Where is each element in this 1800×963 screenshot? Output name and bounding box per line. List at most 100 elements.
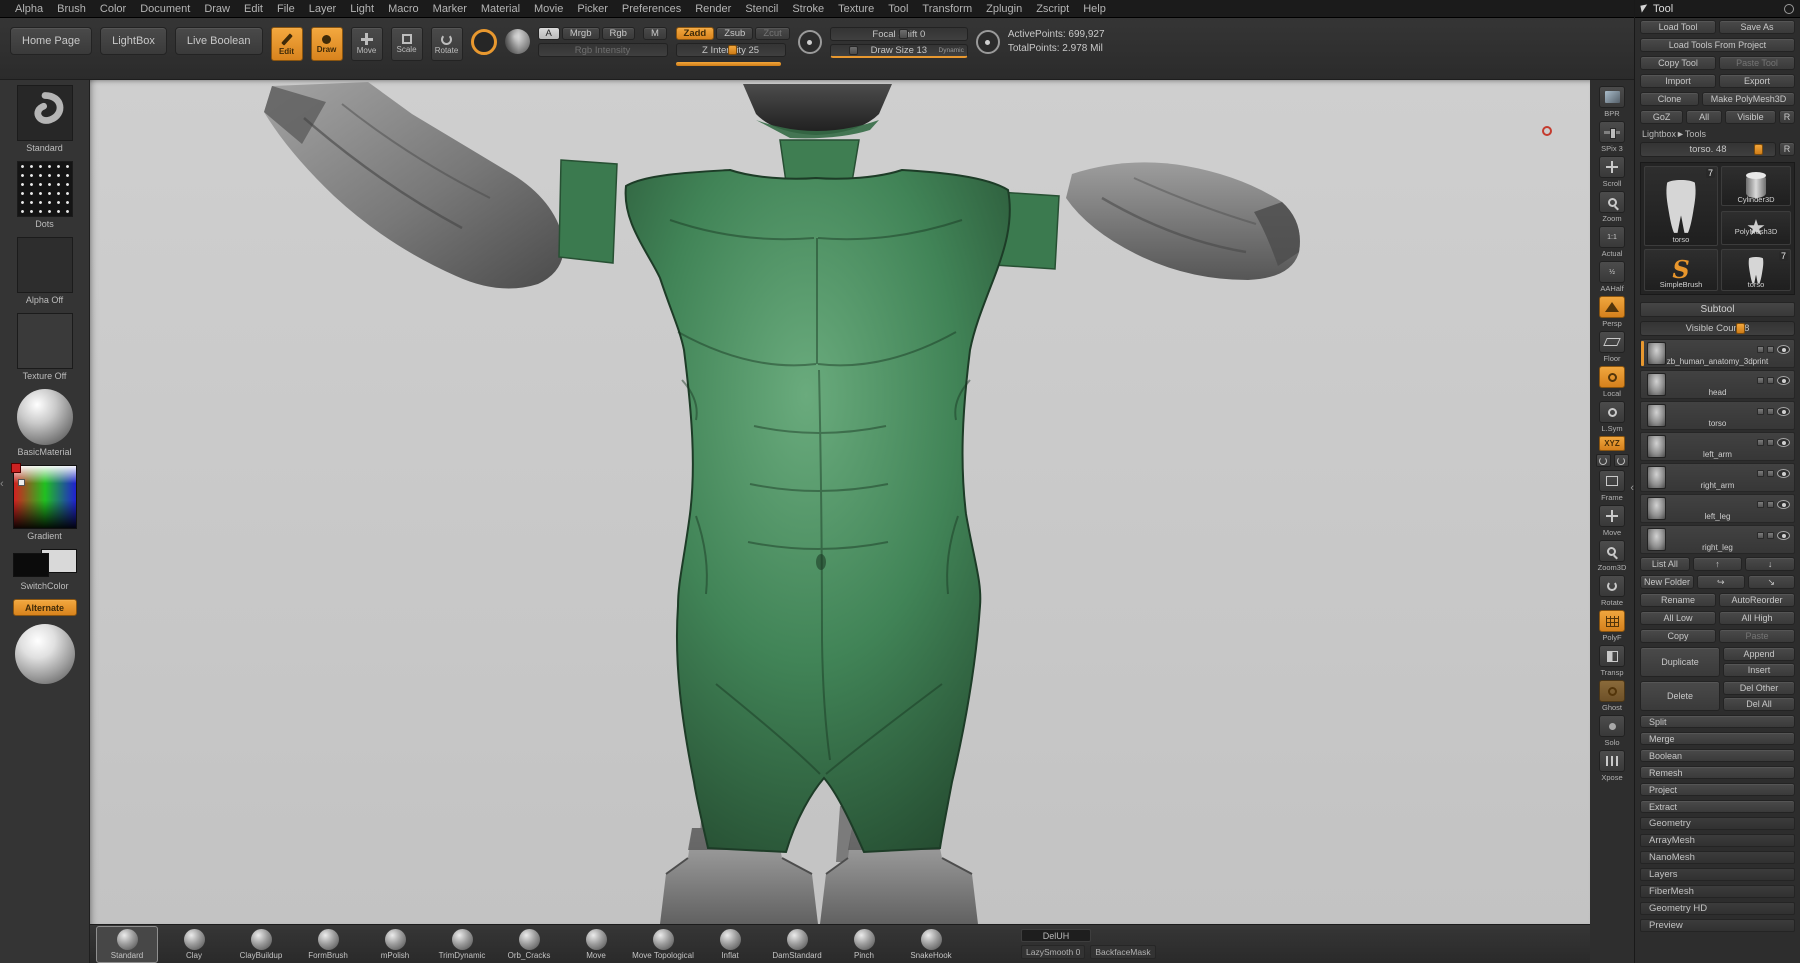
subtool-row-left-leg[interactable]: left_leg [1640,494,1795,523]
z-intensity-slider[interactable]: Z Intensity 25 [675,43,786,57]
active-tool-slider[interactable]: torso. 48 [1640,142,1776,157]
visible-count-slider[interactable]: Visible Count 8 [1640,321,1795,336]
move3d-button[interactable]: Move [1599,505,1625,537]
import-button[interactable]: Import [1640,74,1716,88]
menu-file[interactable]: File [270,3,302,15]
load-tools-from-project-button[interactable]: Load Tools From Project [1640,38,1795,52]
goz-visible-button[interactable]: Visible [1724,110,1776,124]
aahalf-button[interactable]: ½ AAHalf [1599,261,1625,293]
delete-button[interactable]: Delete [1640,681,1720,711]
scroll-button[interactable]: Scroll [1599,156,1625,188]
polymesh3d-thumbnail[interactable]: ★ PolyMesh3D [1721,210,1791,245]
visibility-eye-icon[interactable] [1777,469,1790,478]
color-picker[interactable]: Gradient [10,463,78,541]
bpr-button[interactable]: BPR [1599,86,1625,118]
menu-document[interactable]: Document [133,3,197,15]
zoom3d-button[interactable]: Zoom3D [1598,540,1626,572]
actual-button[interactable]: 1:1 Actual [1599,226,1625,258]
goz-all-button[interactable]: All [1686,110,1722,124]
draw-mode-button[interactable]: Draw [310,27,343,61]
goz-button[interactable]: GoZ [1640,110,1684,124]
tray-brush-standard[interactable]: Standard [96,925,158,963]
subtool-pen-icon[interactable] [1757,408,1764,415]
viewport-canvas[interactable] [90,80,1590,924]
m-button[interactable]: M [642,27,667,40]
menu-color[interactable]: Color [93,3,133,15]
current-material-selector[interactable]: BasicMaterial [12,389,78,457]
rgb-intensity-slider[interactable]: Rgb Intensity [537,43,668,57]
tray-brush-formbrush[interactable]: FormBrush [297,926,359,963]
subtool-pen-icon[interactable] [1757,377,1764,384]
clone-button[interactable]: Clone [1640,92,1699,106]
menu-texture[interactable]: Texture [831,3,881,15]
focal-dial-icon[interactable] [797,30,822,54]
project-button[interactable]: Project [1640,783,1795,796]
ghost-button[interactable]: Ghost [1599,680,1625,712]
current-tool-thumbnail[interactable]: 7 torso [1644,166,1718,246]
visibility-eye-icon[interactable] [1777,438,1790,447]
folder-down-icon[interactable]: ↘ [1747,575,1796,589]
radial-sym-icon[interactable] [1595,454,1611,467]
subtool-pen-icon[interactable] [1757,470,1764,477]
section-arraymesh[interactable]: ArrayMesh [1640,834,1795,847]
primary-color-swatch[interactable] [12,553,49,577]
lightbox-tools-label[interactable]: Lightbox►Tools [1642,129,1793,139]
autoreorder-button[interactable]: AutoReorder [1719,593,1795,607]
visibility-eye-icon[interactable] [1777,500,1790,509]
menu-stencil[interactable]: Stencil [738,3,785,15]
tray-brush-clay[interactable]: Clay [163,926,225,963]
torso-small-thumbnail[interactable]: 7 torso [1721,249,1791,291]
subtool-dot-icon[interactable] [1767,377,1774,384]
duplicate-button[interactable]: Duplicate [1640,647,1720,677]
subtool-up-button[interactable]: ↑ [1692,557,1743,571]
persp-button[interactable]: Persp [1599,296,1625,328]
section-fibermesh[interactable]: FiberMesh [1640,885,1795,898]
tray-brush-orb-cracks[interactable]: Orb_Cracks [498,926,560,963]
solo-button[interactable]: Solo [1599,715,1625,747]
current-stroke-selector[interactable]: Dots [12,161,78,229]
tool-r-button[interactable]: R [1779,142,1795,156]
zsub-button[interactable]: Zsub [716,27,754,40]
visibility-eye-icon[interactable] [1777,531,1790,540]
menu-zplugin[interactable]: Zplugin [979,3,1029,15]
subtool-pen-icon[interactable] [1757,532,1764,539]
draw-size-handle[interactable] [848,46,858,55]
move-to-folder-icon[interactable]: ↪ [1697,575,1745,589]
xyz-symmetry-button[interactable]: XYZ [1599,436,1625,451]
frame-button[interactable]: Frame [1599,470,1625,502]
subtool-row-head[interactable]: head [1640,370,1795,399]
section-geometry[interactable]: Geometry [1640,817,1795,830]
subtool-dot-icon[interactable] [1767,470,1774,477]
cylinder3d-thumbnail[interactable]: Cylinder3D [1721,166,1791,206]
rgb-button[interactable]: Rgb [601,27,635,40]
current-brush-selector[interactable]: Standard [12,85,78,153]
switch-color-swatches[interactable] [12,549,77,579]
draw-size-slider[interactable]: Draw Size 13 Dynamic [829,44,968,58]
zadd-button[interactable]: Zadd [675,27,715,40]
current-texture-selector[interactable]: Texture Off [12,313,78,381]
menu-draw[interactable]: Draw [197,3,237,15]
visible-count-handle[interactable] [1735,323,1745,334]
lsym-button[interactable]: L.Sym [1599,401,1625,433]
paste-tool-button[interactable]: Paste Tool [1719,56,1795,70]
copy-tool-button[interactable]: Copy Tool [1640,56,1716,70]
simplebrush-thumbnail[interactable]: S SimpleBrush [1644,249,1718,291]
section-nanomesh[interactable]: NanoMesh [1640,851,1795,864]
goz-r-button[interactable]: R [1779,110,1795,124]
zcut-button[interactable]: Zcut [755,27,790,40]
switch-color-control[interactable]: SwitchColor [12,549,78,591]
load-tool-button[interactable]: Load Tool [1640,20,1716,34]
alternate-button[interactable]: Alternate [12,599,77,616]
all-low-button[interactable]: All Low [1640,611,1716,625]
rotate3d-button[interactable]: Rotate [1599,575,1625,607]
home-page-button[interactable]: Home Page [10,27,93,55]
edit-mode-button[interactable]: Edit [270,27,303,61]
tray-brush-mpolish[interactable]: mPolish [364,926,426,963]
mrgb-button[interactable]: Mrgb [561,27,600,40]
left-divider-arrow[interactable]: ‹ [0,478,4,490]
scale-mode-button[interactable]: Scale [390,27,423,61]
subtool-dot-icon[interactable] [1767,532,1774,539]
menu-stroke[interactable]: Stroke [785,3,831,15]
list-all-button[interactable]: List All [1640,557,1690,571]
transp-button[interactable]: Transp [1599,645,1625,677]
